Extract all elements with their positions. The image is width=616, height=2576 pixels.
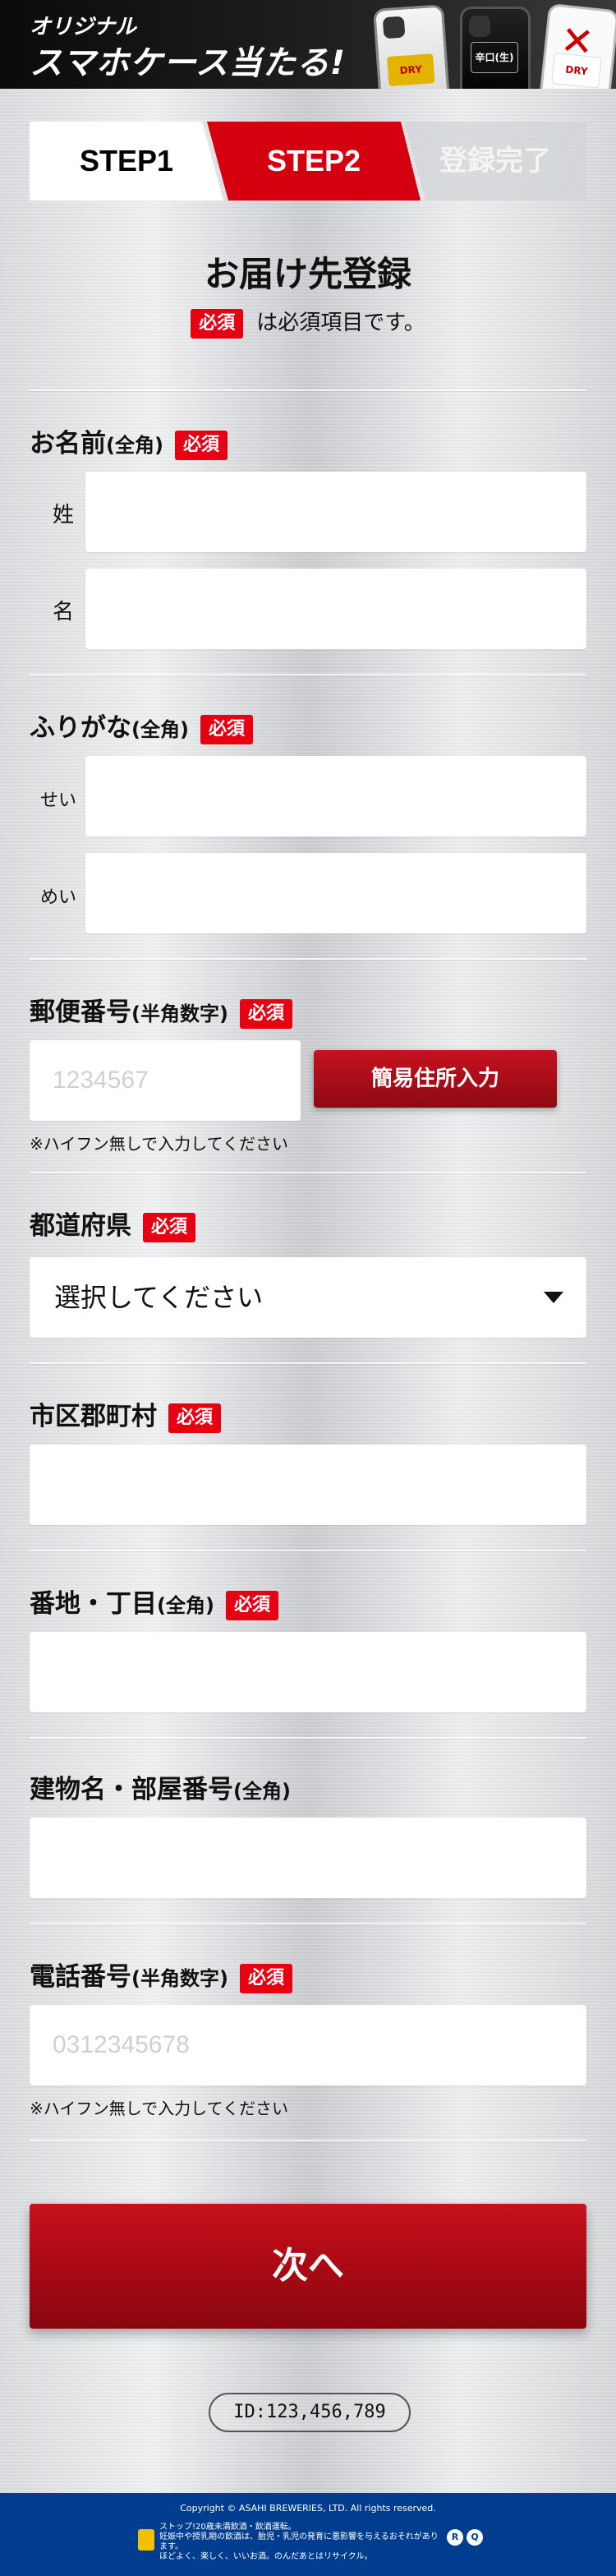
step-indicator: STEP1 STEP2 登録完了: [30, 122, 586, 200]
required-badge: 必須: [239, 998, 292, 1029]
address-lookup-button[interactable]: 簡易住所入力: [314, 1050, 557, 1108]
last-name-label: 姓: [52, 503, 74, 528]
required-note-text: は必須項目です。: [256, 311, 425, 335]
building-label-sub: (全角): [233, 1780, 291, 1803]
building-label-text: 建物名・部屋番号: [30, 1775, 233, 1804]
zip-input[interactable]: 1234567: [30, 1040, 301, 1121]
footer: Copyright © ASAHI BREWERIES, LTD. All ri…: [0, 2493, 616, 2576]
phone-input[interactable]: 0312345678: [30, 2005, 586, 2085]
divider: [30, 1923, 586, 1924]
prefecture-select[interactable]: 選択してください: [30, 1257, 586, 1338]
prefecture-label-text: 都道府県: [30, 1211, 131, 1241]
copyright: Copyright © ASAHI BREWERIES, LTD. All ri…: [180, 2503, 436, 2514]
warning-line: ストップ!20歳未満飲酒・飲酒運転。: [159, 2523, 297, 2532]
name-label-sub: (全角): [106, 434, 163, 457]
zip-placeholder: 1234567: [53, 1067, 149, 1094]
zip-label-text: 郵便番号: [30, 998, 131, 1027]
required-badge: 必須: [174, 430, 228, 460]
recycle-mark-icon: R: [447, 2529, 463, 2546]
city-label-text: 市区郡町村: [30, 1402, 157, 1431]
campaign-header-banner: オリジナル スマホケース当たる! DRY 辛口(生) ✕ DRY: [0, 0, 616, 89]
street-input[interactable]: [30, 1632, 586, 1712]
id-display: ID:123,456,789: [209, 2393, 411, 2432]
divider: [30, 1737, 586, 1739]
furigana-label-sub: (全角): [131, 718, 189, 741]
divider: [30, 389, 586, 391]
required-badge: 必須: [239, 1963, 292, 1993]
required-badge: 必須: [225, 1590, 278, 1620]
furigana-label: ふりがな(全角) 必須: [30, 707, 253, 744]
phone-case-image: DRY: [372, 4, 451, 89]
street-label-sub: (全角): [157, 1594, 214, 1617]
furigana-label-text: ふりがな: [30, 713, 131, 743]
quality-mark-icon: Q: [467, 2529, 483, 2546]
required-badge: 必須: [168, 1403, 222, 1433]
zip-label-sub: (半角数字): [131, 1002, 228, 1025]
chevron-down-icon: [544, 1292, 563, 1303]
last-kana-input[interactable]: [85, 756, 586, 836]
city-input[interactable]: [30, 1445, 586, 1525]
phone-case-label: 辛口(生): [471, 42, 518, 73]
banner-text-line2: スマホケース当たる!: [30, 44, 347, 82]
phone-case-label: DRY: [551, 52, 602, 89]
step-2-current: STEP2: [207, 122, 421, 200]
step-1: STEP1: [30, 122, 223, 200]
phone-label-text: 電話番号: [30, 1962, 131, 1992]
divider: [30, 1362, 586, 1364]
first-kana-input[interactable]: [85, 853, 586, 933]
warning-line: 妊娠中や授乳期の飲酒は、胎児・乳児の発育に悪影響を与えるおそれがあります。: [159, 2532, 439, 2551]
street-label: 番地・丁目(全角) 必須: [30, 1583, 278, 1620]
divider: [30, 1172, 586, 1173]
first-name-label: 名: [52, 600, 74, 624]
drinking-warning: ストップ!20歳未満飲酒・飲酒運転。 妊娠中や授乳期の飲酒は、胎児・乳児の発育に…: [159, 2523, 439, 2562]
phone-case-label: DRY: [387, 53, 435, 87]
prefecture-selected-value: 選択してください: [54, 1282, 264, 1313]
zip-hint: ※ハイフン無しで入力してください: [30, 1134, 288, 1154]
last-name-input[interactable]: [85, 472, 586, 552]
first-kana-label: めい: [39, 887, 76, 908]
name-label-text: お名前: [30, 429, 106, 459]
divider: [30, 674, 586, 675]
phone-label: 電話番号(半角数字) 必須: [30, 1956, 292, 1993]
name-label: お名前(全角) 必須: [30, 422, 228, 460]
phone-placeholder: 0312345678: [53, 2031, 190, 2058]
prefecture-label: 都道府県 必須: [30, 1205, 196, 1242]
required-badge: 必須: [200, 714, 253, 744]
divider: [30, 2140, 586, 2141]
step-complete: 登録完了: [404, 122, 586, 200]
first-name-input[interactable]: [85, 569, 586, 649]
phone-case-image: 辛口(生): [460, 7, 531, 89]
required-badge: 必須: [143, 1212, 196, 1242]
phone-hint: ※ハイフン無しで入力してください: [30, 2099, 288, 2118]
city-label: 市区郡町村 必須: [30, 1395, 222, 1433]
next-button[interactable]: 次へ: [30, 2204, 586, 2329]
required-note: 必須 は必須項目です。: [0, 306, 616, 339]
last-kana-label: せい: [39, 790, 76, 811]
divider: [30, 1550, 586, 1551]
building-label: 建物名・部屋番号(全角): [30, 1768, 291, 1805]
required-badge: 必須: [191, 308, 244, 339]
phone-case-image: ✕ DRY: [539, 2, 616, 89]
warning-line: ほどよく、楽しく、いいお酒。のんだあとはリサイクル。: [159, 2552, 373, 2561]
camera-icon: [469, 16, 490, 37]
building-input[interactable]: [30, 1818, 586, 1898]
phone-label-sub: (半角数字): [131, 1967, 228, 1990]
camera-icon: [382, 16, 406, 39]
street-label-text: 番地・丁目: [30, 1589, 157, 1619]
divider: [30, 958, 586, 960]
zip-label: 郵便番号(半角数字) 必須: [30, 991, 292, 1029]
page-title: お届け先登録: [204, 254, 411, 294]
stop-sign-icon: [138, 2529, 154, 2551]
